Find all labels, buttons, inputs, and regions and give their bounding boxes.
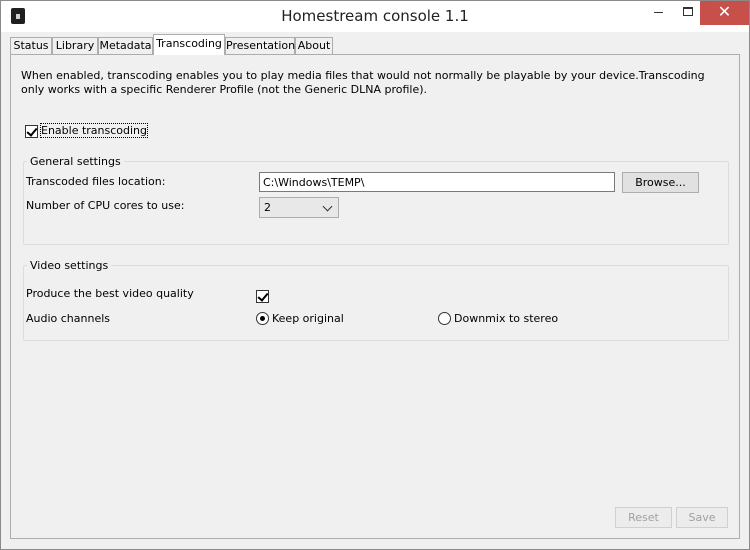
maximize-icon bbox=[683, 7, 693, 16]
best-quality-label: Produce the best video quality bbox=[26, 287, 194, 300]
general-settings-title: General settings bbox=[27, 155, 124, 168]
best-quality-checkbox[interactable] bbox=[256, 290, 269, 303]
audio-channels-label: Audio channels bbox=[26, 312, 111, 325]
cpu-cores-value: 2 bbox=[264, 201, 271, 214]
tab-presentation[interactable]: Presentation bbox=[225, 37, 295, 55]
tab-metadata[interactable]: Metadata bbox=[98, 37, 153, 55]
downmix-stereo-label[interactable]: Downmix to stereo bbox=[454, 312, 558, 325]
minimize-button[interactable] bbox=[643, 1, 673, 25]
tab-library[interactable]: Library bbox=[52, 37, 98, 55]
location-label: Transcoded files location: bbox=[26, 175, 166, 188]
tab-status[interactable]: Status bbox=[10, 37, 52, 55]
minimize-icon bbox=[654, 12, 663, 13]
window-title: Homestream console 1.1 bbox=[281, 7, 469, 25]
keep-original-label[interactable]: Keep original bbox=[272, 312, 344, 325]
location-input[interactable] bbox=[259, 172, 615, 192]
enable-transcoding-checkbox[interactable] bbox=[25, 125, 38, 138]
reset-button[interactable]: Reset bbox=[615, 507, 672, 528]
save-button[interactable]: Save bbox=[676, 507, 728, 528]
enable-transcoding-label[interactable]: Enable transcoding bbox=[39, 123, 149, 138]
tab-bar: Status Library Metadata Transcoding Pres… bbox=[10, 34, 750, 55]
close-button[interactable]: ✕ bbox=[700, 1, 749, 25]
downmix-stereo-radio[interactable] bbox=[438, 312, 451, 325]
main-window: Homestream console 1.1 ✕ Status Library … bbox=[0, 0, 750, 550]
transcoding-description: When enabled, transcoding enables you to… bbox=[21, 69, 705, 96]
browse-button[interactable]: Browse... bbox=[622, 172, 699, 193]
close-icon: ✕ bbox=[717, 2, 732, 21]
tab-transcoding[interactable]: Transcoding bbox=[153, 34, 225, 55]
video-settings-group bbox=[23, 265, 729, 341]
cpu-cores-select[interactable]: 2 bbox=[259, 197, 339, 218]
maximize-button[interactable] bbox=[673, 1, 703, 25]
tab-about[interactable]: About bbox=[295, 37, 333, 55]
chevron-down-icon bbox=[322, 201, 333, 212]
video-settings-title: Video settings bbox=[27, 259, 112, 272]
cpu-cores-label: Number of CPU cores to use: bbox=[26, 199, 185, 212]
title-bar[interactable]: Homestream console 1.1 ✕ bbox=[1, 1, 749, 32]
transcoding-panel: When enabled, transcoding enables you to… bbox=[10, 54, 740, 539]
keep-original-radio[interactable] bbox=[256, 312, 269, 325]
